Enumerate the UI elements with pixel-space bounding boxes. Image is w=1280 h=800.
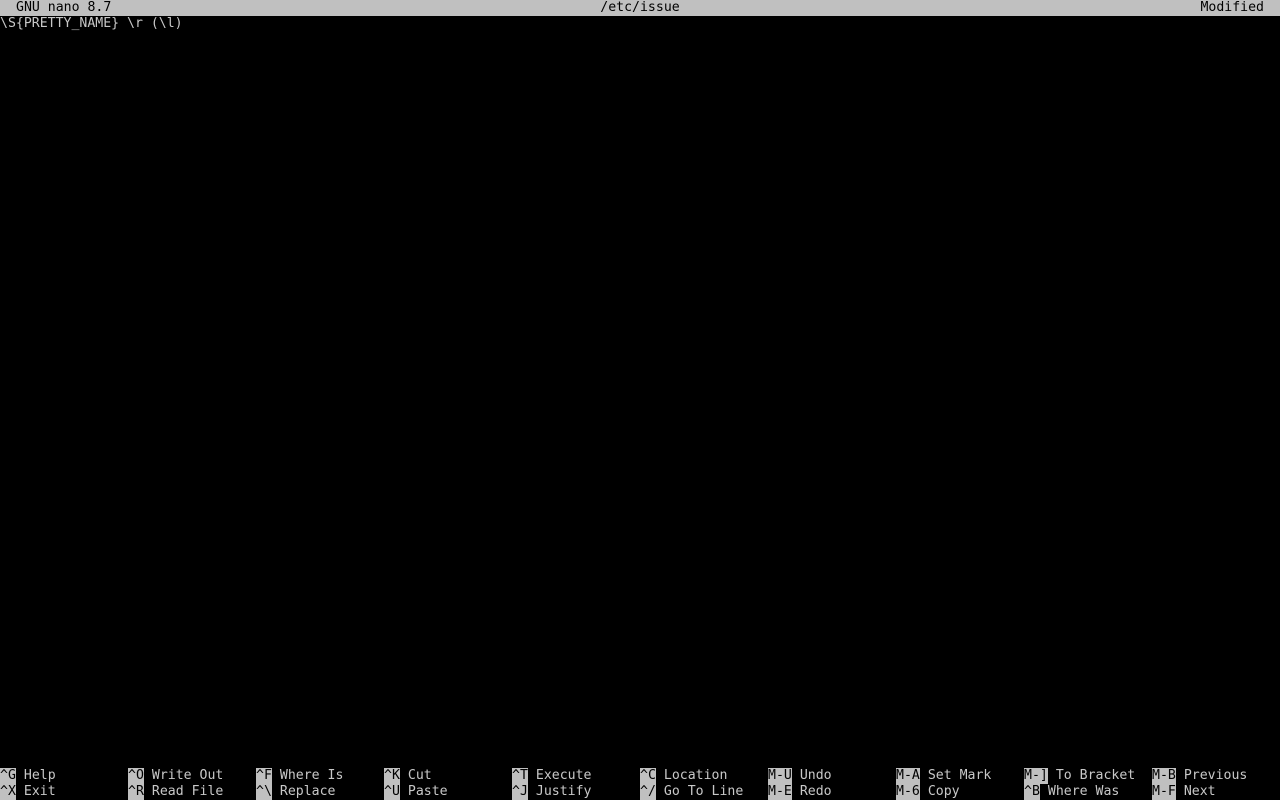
shortcut-label: To Bracket [1055,768,1136,783]
shortcut-key: ^F [256,768,272,784]
shortcut-label: Where Was [1047,784,1120,799]
shortcut-key: ^J [512,784,528,800]
shortcut-label: Cut [407,768,432,783]
shortcut-label: Undo [799,768,832,783]
shortcut-cut[interactable]: ^K Cut [384,768,432,784]
shortcut-justify[interactable]: ^J Justify [512,784,591,800]
shortcut-key: ^C [640,768,656,784]
shortcut-key: M-E [768,784,792,800]
shortcut-key: ^X [0,784,16,800]
editor-line-1[interactable]: \S{PRETTY_NAME} \r (\l) [0,16,183,32]
shortcut-label: Copy [927,784,960,799]
file-name: /etc/issue [600,0,680,15]
shortcut-key: M-] [1024,768,1048,784]
shortcut-key: M-A [896,768,920,784]
shortcut-label: Justify [535,784,592,799]
editor-area[interactable]: \S{PRETTY_NAME} \r (\l) [0,16,1280,768]
shortcut-key: M-U [768,768,792,784]
shortcut-read-file[interactable]: ^R Read File [128,784,223,800]
shortcut-key: ^B [1024,784,1040,800]
shortcut-label: Write Out [151,768,224,783]
modified-status: Modified [1200,0,1264,15]
title-bar: GNU nano 8.7 /etc/issue Modified [0,0,1280,16]
shortcut-key: ^K [384,768,400,784]
shortcut-next[interactable]: M-F Next [1152,784,1216,800]
shortcut-label: Replace [279,784,336,799]
shortcut-copy[interactable]: M-6 Copy [896,784,960,800]
shortcut-key: M-F [1152,784,1176,800]
shortcut-label: Help [23,768,56,783]
shortcut-key: ^\ [256,784,272,800]
shortcut-execute[interactable]: ^T Execute [512,768,591,784]
shortcut-exit[interactable]: ^X Exit [0,784,56,800]
shortcut-key: ^/ [640,784,656,800]
shortcut-key: M-6 [896,784,920,800]
shortcut-label: Go To Line [663,784,744,799]
shortcut-key: ^T [512,768,528,784]
shortcut-help[interactable]: ^G Help [0,768,56,784]
shortcut-write-out[interactable]: ^O Write Out [128,768,223,784]
shortcut-label: Next [1183,784,1216,799]
shortcut-replace[interactable]: ^\ Replace [256,784,335,800]
shortcut-key: ^O [128,768,144,784]
shortcut-bar: ^G Help ^O Write Out ^F Where Is ^K Cut ^T Ex… [0,768,1280,800]
shortcut-key: M-B [1152,768,1176,784]
shortcut-go-to-line[interactable]: ^/ Go To Line [640,784,743,800]
shortcut-to-bracket[interactable]: M-] To Bracket [1024,768,1135,784]
shortcut-paste[interactable]: ^U Paste [384,784,448,800]
shortcut-label: Redo [799,784,832,799]
shortcut-label: Set Mark [927,768,992,783]
shortcut-label: Location [663,768,728,783]
shortcut-label: Where Is [279,768,344,783]
shortcut-label: Previous [1183,768,1248,783]
shortcut-where-was[interactable]: ^B Where Was [1024,784,1119,800]
shortcut-key: ^R [128,784,144,800]
shortcut-previous[interactable]: M-B Previous [1152,768,1247,784]
shortcut-label: Paste [407,784,448,799]
shortcut-label: Execute [535,768,592,783]
shortcut-key: ^U [384,784,400,800]
shortcut-undo[interactable]: M-U Undo [768,768,832,784]
shortcut-set-mark[interactable]: M-A Set Mark [896,768,991,784]
shortcut-where-is[interactable]: ^F Where Is [256,768,343,784]
shortcut-key: ^G [0,768,16,784]
shortcut-label: Read File [151,784,224,799]
shortcut-label: Exit [23,784,56,799]
shortcut-redo[interactable]: M-E Redo [768,784,832,800]
shortcut-location[interactable]: ^C Location [640,768,727,784]
